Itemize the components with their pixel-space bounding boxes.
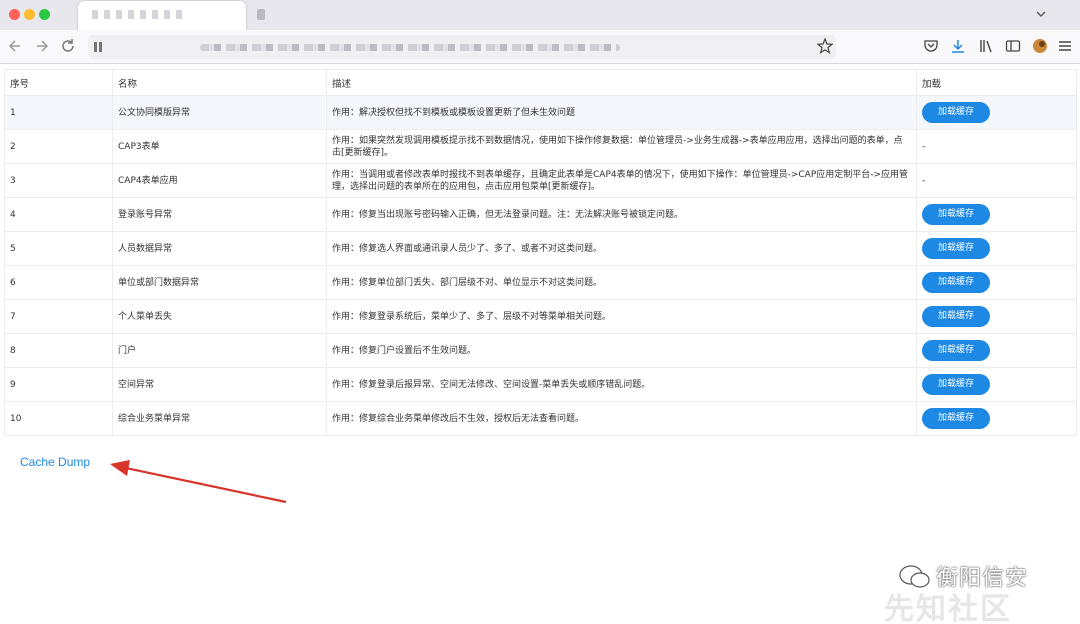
- row-name: 单位或部门数据异常: [112, 265, 327, 300]
- url-bar[interactable]: [88, 35, 836, 59]
- row-action-cell: 加载缓存: [916, 265, 1077, 300]
- load-cache-button[interactable]: 加载缓存: [922, 408, 990, 429]
- pocket-icon[interactable]: [922, 37, 940, 55]
- row-name: 空间异常: [112, 367, 327, 402]
- row-name: 门户: [112, 333, 327, 368]
- row-action-cell: 加载缓存: [916, 95, 1077, 130]
- table-row: 6 单位或部门数据异常 作用：修复单位部门丢失、部门层级不对、单位显示不对这类问题。…: [4, 265, 1077, 300]
- table-row: 9 空间异常 作用：修复登录后报异常、空间无法修改、空间设置-菜单丢失或顺序错乱问题…: [4, 367, 1077, 402]
- table-header-row: 序号 名称 描述 加载: [4, 69, 1077, 96]
- wechat-icon: [899, 565, 930, 588]
- header-description: 描述: [326, 69, 917, 96]
- no-action-dash: -: [922, 141, 926, 152]
- load-cache-button[interactable]: 加载缓存: [922, 306, 990, 327]
- row-name: CAP4表单应用: [112, 163, 327, 198]
- row-action-cell: -: [916, 129, 1077, 164]
- bookmark-star-icon[interactable]: [816, 37, 834, 55]
- row-name: CAP3表单: [112, 129, 327, 164]
- tab-title-redacted: [92, 10, 182, 19]
- sidebar-icon[interactable]: [1004, 37, 1022, 55]
- row-number: 8: [4, 333, 113, 368]
- row-description: 作用：解决授权但找不到模板或模板设置更新了但未生效问题: [326, 95, 917, 130]
- table-row: 1 公文协同模版异常 作用：解决授权但找不到模板或模板设置更新了但未生效问题 加载缓存: [4, 95, 1077, 130]
- row-name: 个人菜单丢失: [112, 299, 327, 334]
- row-action-cell: -: [916, 163, 1077, 198]
- header-no: 序号: [4, 69, 113, 96]
- download-icon[interactable]: [949, 37, 967, 55]
- table-row: 4 登录账号异常 作用：修复当出现账号密码输入正确，但无法登录问题。注：无法解决账号…: [4, 197, 1077, 232]
- back-arrow-icon[interactable]: [6, 36, 26, 56]
- cache-dump-link[interactable]: Cache Dump: [20, 455, 90, 469]
- load-cache-button[interactable]: 加载缓存: [922, 102, 990, 123]
- browser-tab-bar: [0, 0, 1080, 30]
- no-action-dash: -: [922, 175, 926, 186]
- row-description: 作用：修复登录系统后，菜单少了、多了、层级不对等菜单相关问题。: [326, 299, 917, 334]
- close-window-button[interactable]: [9, 9, 20, 20]
- cache-table-container: 序号 名称 描述 加载 1 公文协同模版异常 作用：解决授权但找不到模板或模板设置更…: [4, 69, 1077, 436]
- row-number: 5: [4, 231, 113, 266]
- load-cache-button[interactable]: 加载缓存: [922, 340, 990, 361]
- header-name: 名称: [112, 69, 327, 96]
- maximize-window-button[interactable]: [39, 9, 50, 20]
- table-row: 2 CAP3表单 作用：如果突然发现调用模板提示找不到数据情况，使用如下操作修复数据…: [4, 129, 1077, 164]
- load-cache-button[interactable]: 加载缓存: [922, 374, 990, 395]
- table-row: 10 综合业务菜单异常 作用：修复综合业务菜单修改后不生效，授权后无法查看问题。 加载…: [4, 401, 1077, 436]
- row-name: 公文协同模版异常: [112, 95, 327, 130]
- minimize-window-button[interactable]: [24, 9, 35, 20]
- active-tab[interactable]: [78, 1, 246, 30]
- row-number: 6: [4, 265, 113, 300]
- watermark: 先知社区 衡阳信安: [884, 556, 1074, 624]
- row-name: 登录账号异常: [112, 197, 327, 232]
- row-description: 作用：修复综合业务菜单修改后不生效，授权后无法查看问题。: [326, 401, 917, 436]
- table-row: 5 人员数据异常 作用：修复选人界面或通讯录人员少了、多了、或者不对这类问题。 加载缓…: [4, 231, 1077, 266]
- row-action-cell: 加载缓存: [916, 231, 1077, 266]
- chevron-down-icon[interactable]: [1033, 6, 1049, 22]
- row-description: 作用：当调用或者修改表单时报找不到表单缓存，且确定此表单是CAP4表单的情况下，…: [326, 163, 917, 198]
- row-action-cell: 加载缓存: [916, 401, 1077, 436]
- row-number: 9: [4, 367, 113, 402]
- table-row: 3 CAP4表单应用 作用：当调用或者修改表单时报找不到表单缓存，且确定此表单是CA…: [4, 163, 1077, 198]
- row-description: 作用：如果突然发现调用模板提示找不到数据情况，使用如下操作修复数据：单位管理员-…: [326, 129, 917, 164]
- row-number: 3: [4, 163, 113, 198]
- watermark-text: 衡阳信安: [936, 566, 1029, 591]
- row-action-cell: 加载缓存: [916, 367, 1077, 402]
- site-identity-icon[interactable]: [94, 42, 104, 52]
- hamburger-menu-icon[interactable]: [1056, 37, 1074, 55]
- new-tab-icon[interactable]: [257, 9, 265, 20]
- table-row: 8 门户 作用：修复门户设置后不生效问题。 加载缓存: [4, 333, 1077, 368]
- table-body: 1 公文协同模版异常 作用：解决授权但找不到模板或模板设置更新了但未生效问题 加载缓存…: [4, 95, 1077, 436]
- row-action-cell: 加载缓存: [916, 333, 1077, 368]
- row-description: 作用：修复选人界面或通讯录人员少了、多了、或者不对这类问题。: [326, 231, 917, 266]
- reload-icon[interactable]: [58, 36, 78, 56]
- row-action-cell: 加载缓存: [916, 299, 1077, 334]
- row-description: 作用：修复登录后报异常、空间无法修改、空间设置-菜单丢失或顺序错乱问题。: [326, 367, 917, 402]
- table-row: 7 个人菜单丢失 作用：修复登录系统后，菜单少了、多了、层级不对等菜单相关问题。 加载…: [4, 299, 1077, 334]
- forward-arrow-icon[interactable]: [32, 36, 52, 56]
- row-number: 2: [4, 129, 113, 164]
- url-text-redacted: [200, 44, 620, 51]
- row-number: 1: [4, 95, 113, 130]
- cache-table: 序号 名称 描述 加载 1 公文协同模版异常 作用：解决授权但找不到模板或模板设置更…: [4, 69, 1077, 436]
- header-load: 加载: [916, 69, 1077, 96]
- load-cache-button[interactable]: 加载缓存: [922, 272, 990, 293]
- row-number: 7: [4, 299, 113, 334]
- row-description: 作用：修复门户设置后不生效问题。: [326, 333, 917, 368]
- row-name: 人员数据异常: [112, 231, 327, 266]
- browser-nav-bar: [0, 30, 1080, 64]
- load-cache-button[interactable]: 加载缓存: [922, 238, 990, 259]
- row-number: 4: [4, 197, 113, 232]
- row-number: 10: [4, 401, 113, 436]
- library-icon[interactable]: [977, 37, 995, 55]
- row-action-cell: 加载缓存: [916, 197, 1077, 232]
- row-description: 作用：修复当出现账号密码输入正确，但无法登录问题。注：无法解决账号被锁定问题。: [326, 197, 917, 232]
- row-description: 作用：修复单位部门丢失、部门层级不对、单位显示不对这类问题。: [326, 265, 917, 300]
- load-cache-button[interactable]: 加载缓存: [922, 204, 990, 225]
- extension-avatar-icon[interactable]: [1031, 37, 1049, 55]
- row-name: 综合业务菜单异常: [112, 401, 327, 436]
